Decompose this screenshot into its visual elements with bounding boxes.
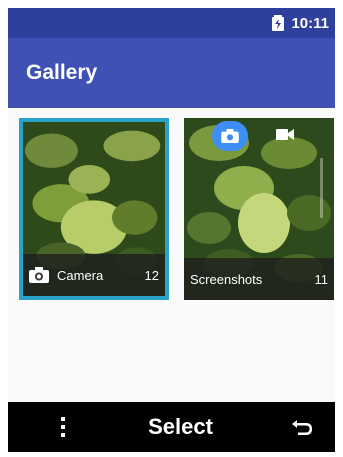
softkey-bar: Select	[8, 402, 335, 452]
album-count: 11	[314, 271, 329, 287]
album-name: Screenshots	[190, 271, 263, 287]
album-grid: Camera 12 Screenshots 11	[8, 108, 335, 402]
battery-charging-icon	[272, 15, 285, 31]
back-icon[interactable]	[291, 417, 313, 437]
select-button[interactable]: Select	[148, 414, 213, 440]
album-screenshots[interactable]: Screenshots 11	[184, 118, 334, 300]
camera-icon	[29, 267, 49, 283]
status-bar: 10:11	[8, 8, 335, 38]
scroll-indicator	[320, 158, 323, 218]
album-caption: Screenshots 11	[184, 258, 334, 300]
album-caption: Camera 12	[23, 254, 165, 296]
menu-dots-icon[interactable]	[56, 415, 70, 439]
page-title: Gallery	[26, 61, 98, 84]
video-icon	[276, 129, 294, 140]
app-bar: Gallery	[8, 38, 335, 108]
album-count: 12	[144, 267, 159, 283]
status-time: 10:11	[291, 14, 329, 32]
album-camera[interactable]: Camera 12	[19, 118, 169, 300]
camera-chip-icon	[212, 121, 248, 151]
album-name: Camera	[57, 267, 104, 283]
